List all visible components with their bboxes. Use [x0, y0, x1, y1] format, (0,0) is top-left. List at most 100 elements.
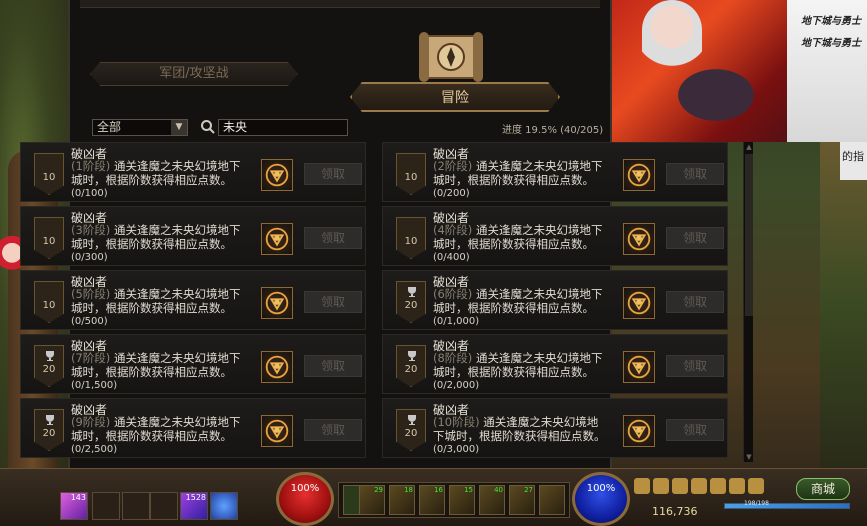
menu-icon[interactable]: [653, 478, 669, 494]
menu-icon[interactable]: [672, 478, 688, 494]
skill-bar: 29 18 16 15 40 27: [338, 482, 570, 518]
achievement-stage: (3阶段): [71, 223, 111, 237]
scroll-up-icon[interactable]: ▲: [744, 142, 754, 152]
reward-emblem-icon: [265, 419, 289, 443]
achievement-count: (0/3,000): [433, 444, 480, 455]
skill-slot[interactable]: [539, 485, 565, 515]
promo-banner[interactable]: 地下城与勇士 地下城与勇士: [612, 0, 867, 142]
exp-text: 198/198: [744, 500, 769, 507]
skill-slot[interactable]: 18: [389, 485, 415, 515]
reward-emblem-icon: [265, 291, 289, 315]
skill-slot[interactable]: 15: [449, 485, 475, 515]
achievement-description: (9阶段) 通关逢魔之未央幻境地下城时，根据阶数获得相应点数。: [71, 415, 247, 443]
points-value: 20: [42, 428, 56, 439]
menu-icon[interactable]: [729, 478, 745, 494]
achievement-card: 10 破凶者 (1阶段) 通关逢魔之未央幻境地下城时，根据阶数获得相应点数。 (0/1…: [20, 142, 366, 202]
claim-button[interactable]: 领取: [304, 355, 362, 377]
shop-button[interactable]: 商城: [796, 478, 850, 500]
reward-emblem-icon: [627, 291, 651, 315]
achievement-stage: (10阶段): [433, 415, 480, 429]
reward-slot[interactable]: [261, 287, 293, 319]
menu-icon-bar: [634, 478, 794, 498]
category-select[interactable]: 全部 ▼: [92, 119, 188, 136]
skill-slot[interactable]: 27: [509, 485, 535, 515]
points-value: 10: [42, 300, 56, 311]
achievement-count: (0/400): [433, 252, 470, 263]
tab-adventure[interactable]: 冒险: [350, 82, 560, 112]
world-sign: 的指: [840, 140, 867, 180]
claim-button[interactable]: 领取: [304, 163, 362, 185]
points-value: 10: [42, 172, 56, 183]
achievement-count: (0/200): [433, 188, 470, 199]
claim-button[interactable]: 领取: [304, 227, 362, 249]
reward-slot[interactable]: [623, 223, 655, 255]
points-value: 10: [404, 172, 418, 183]
claim-button[interactable]: 领取: [666, 291, 724, 313]
reward-emblem-icon: [627, 419, 651, 443]
skill-slot[interactable]: 29: [359, 485, 385, 515]
trophy-icon: [408, 351, 416, 361]
reward-slot[interactable]: [623, 351, 655, 383]
claim-button[interactable]: 领取: [304, 419, 362, 441]
points-badge: 20: [396, 409, 426, 451]
quick-slot-item[interactable]: [210, 492, 238, 520]
claim-button[interactable]: 领取: [666, 355, 724, 377]
reward-emblem-icon: [265, 355, 289, 379]
exp-bar: [724, 503, 850, 509]
progress-text: 进度 19.5% (40/205): [502, 125, 604, 136]
menu-icon[interactable]: [748, 478, 764, 494]
quick-slot-empty[interactable]: [122, 492, 150, 520]
reward-slot[interactable]: [261, 351, 293, 383]
achievement-card: 10 破凶者 (3阶段) 通关逢魔之未央幻境地下城时，根据阶数获得相应点数。 (0/3…: [20, 206, 366, 266]
search-input[interactable]: 未央: [218, 119, 348, 136]
menu-icon[interactable]: [691, 478, 707, 494]
achievement-count: (0/1,500): [71, 380, 118, 391]
points-value: 10: [404, 236, 418, 247]
reward-slot[interactable]: [261, 223, 293, 255]
chevron-down-icon[interactable]: ▼: [171, 120, 187, 135]
reward-slot[interactable]: [261, 159, 293, 191]
menu-icon[interactable]: [634, 478, 650, 494]
scrollbar[interactable]: ▲ ▼: [743, 142, 753, 462]
achievement-stage: (5阶段): [71, 287, 111, 301]
hp-orb: 100%: [276, 472, 334, 526]
achievement-card: 20 破凶者 (8阶段) 通关逢魔之未央幻境地下城时，根据阶数获得相应点数。 (0/2…: [382, 334, 728, 394]
achievement-card: 20 破凶者 (7阶段) 通关逢魔之未央幻境地下城时，根据阶数获得相应点数。 (0/1…: [20, 334, 366, 394]
reward-slot[interactable]: [623, 415, 655, 447]
reward-slot[interactable]: [261, 415, 293, 447]
achievement-stage: (9阶段): [71, 415, 111, 429]
claim-button[interactable]: 领取: [666, 163, 724, 185]
quick-slot-potion[interactable]: 143: [60, 492, 88, 520]
achievement-description: (5阶段) 通关逢魔之未央幻境地下城时，根据阶数获得相应点数。: [71, 287, 247, 315]
scroll-compass-icon: [419, 32, 483, 82]
tab-guild-war[interactable]: 军团/攻坚战: [90, 62, 298, 86]
achievement-count: (0/2,000): [433, 380, 480, 391]
quick-slot-empty[interactable]: [92, 492, 120, 520]
scroll-thumb[interactable]: [745, 154, 753, 316]
reward-slot[interactable]: [623, 159, 655, 191]
quick-slot-item[interactable]: 1528: [180, 492, 208, 520]
achievement-description: (3阶段) 通关逢魔之未央幻境地下城时，根据阶数获得相应点数。: [71, 223, 247, 251]
achievement-count: (0/300): [71, 252, 108, 263]
claim-button[interactable]: 领取: [666, 227, 724, 249]
claim-button[interactable]: 领取: [666, 419, 724, 441]
achievement-list: 10 破凶者 (1阶段) 通关逢魔之未央幻境地下城时，根据阶数获得相应点数。 (0/1…: [20, 142, 732, 462]
banner-hero-group: [672, 50, 782, 140]
achievement-card: 20 破凶者 (6阶段) 通关逢魔之未央幻境地下城时，根据阶数获得相应点数。 (0/1…: [382, 270, 728, 330]
quick-slot-empty[interactable]: [150, 492, 178, 520]
claim-button[interactable]: 领取: [304, 291, 362, 313]
points-badge: 10: [396, 153, 426, 195]
points-badge: 10: [396, 217, 426, 259]
achievement-description: (7阶段) 通关逢魔之未央幻境地下城时，根据阶数获得相应点数。: [71, 351, 247, 379]
skill-slot[interactable]: 40: [479, 485, 505, 515]
points-badge: 20: [396, 345, 426, 387]
reward-slot[interactable]: [623, 287, 655, 319]
menu-icon[interactable]: [710, 478, 726, 494]
achievement-stage: (6阶段): [433, 287, 473, 301]
achievement-description: (4阶段) 通关逢魔之未央幻境地下城时，根据阶数获得相应点数。: [433, 223, 609, 251]
scroll-down-icon[interactable]: ▼: [744, 452, 754, 462]
skill-slot[interactable]: 16: [419, 485, 445, 515]
points-value: 20: [404, 300, 418, 311]
points-badge: 20: [34, 409, 64, 451]
gold-amount: 116,736: [652, 505, 698, 518]
